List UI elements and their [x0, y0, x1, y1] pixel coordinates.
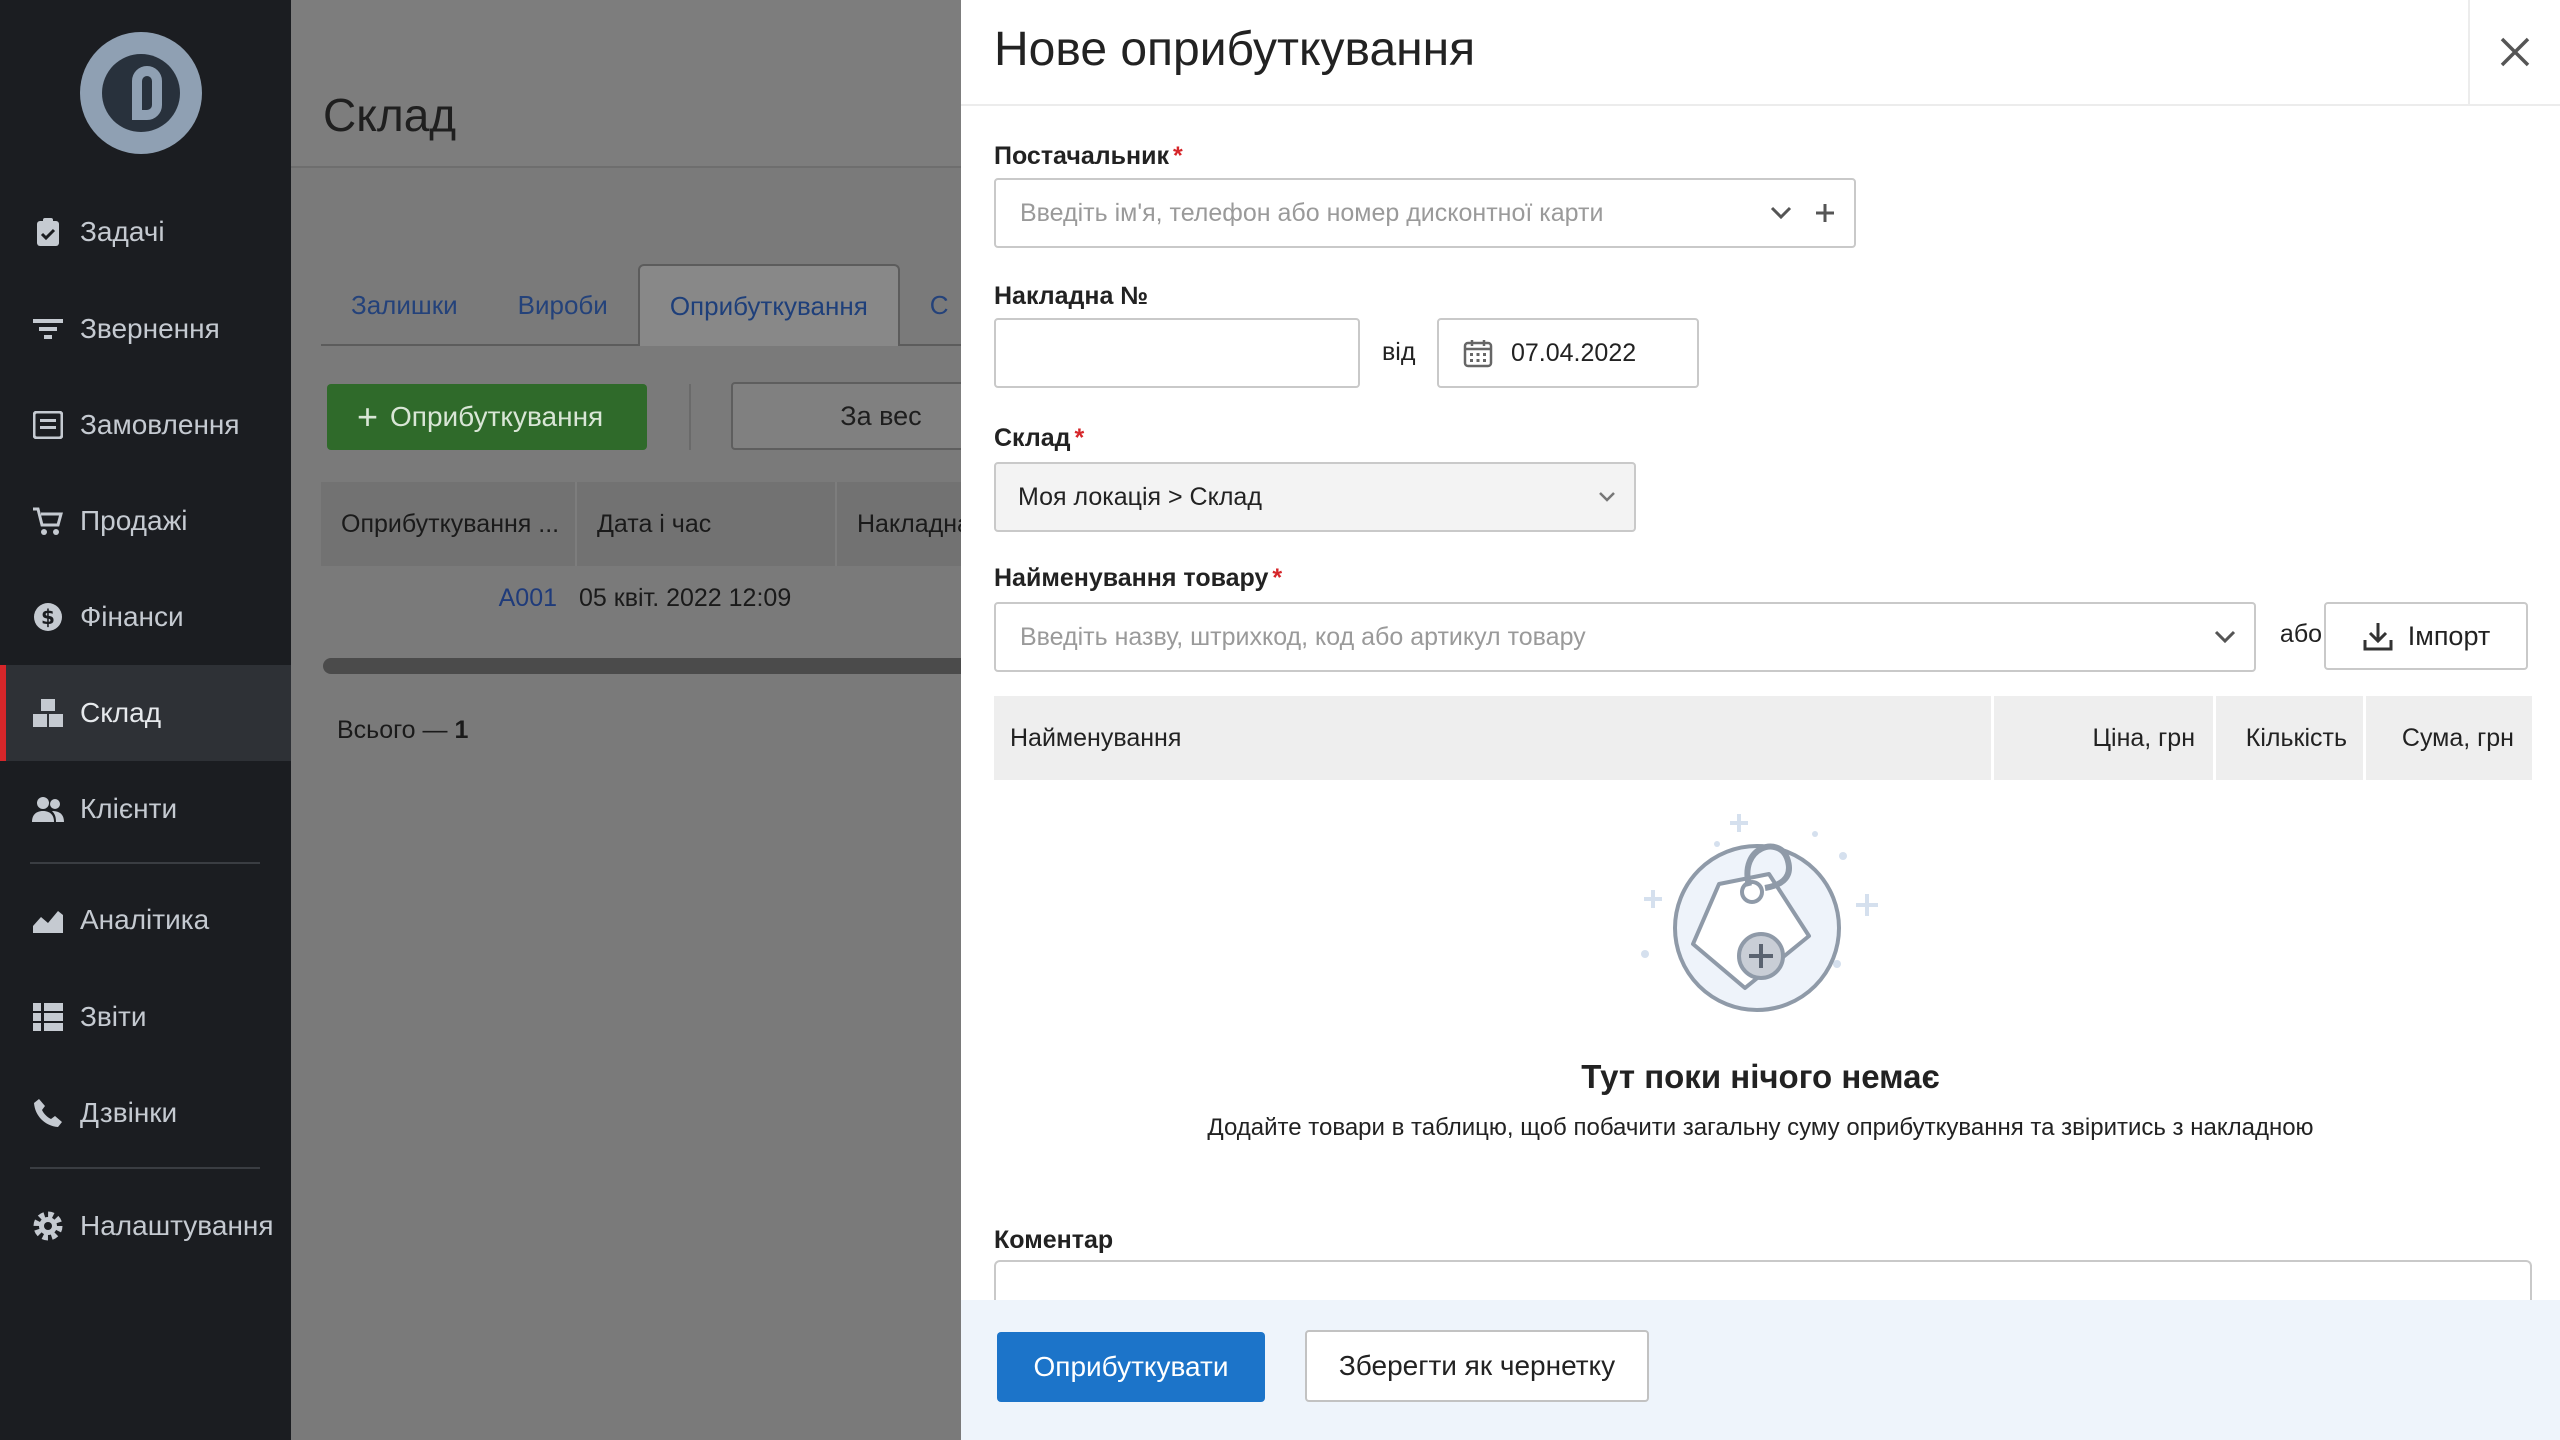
warehouse-tabs: Залишки Вироби Оприбуткування С [321, 264, 1021, 346]
clipboard-icon [32, 216, 64, 248]
list-icon [32, 1001, 64, 1033]
sidebar-item-orders[interactable]: Замовлення [0, 377, 291, 473]
required-marker: * [1173, 142, 1183, 170]
product-label: Найменування товару * [994, 564, 1283, 592]
receipts-table-header: Оприбуткування ... Дата і час Накладна [321, 482, 1021, 566]
invoice-label: Накладна № [994, 282, 1149, 310]
calendar-icon [1463, 340, 1493, 368]
required-marker: * [1074, 424, 1085, 452]
drawer-title: Нове оприбуткування [994, 23, 1476, 76]
sidebar-item-label: Звернення [80, 313, 220, 344]
chevron-down-icon [1599, 492, 1615, 502]
invoice-number-input[interactable] [994, 318, 1360, 388]
sidebar-item-label: Налаштування [80, 1210, 274, 1241]
sidebar-item-requests[interactable]: Звернення [0, 281, 291, 377]
nav-divider [30, 1167, 260, 1169]
sidebar-item-label: Клієнти [80, 793, 178, 824]
horizontal-scrollbar[interactable] [323, 658, 1023, 674]
close-icon [2500, 37, 2530, 67]
column-header[interactable]: Дата і час [577, 482, 837, 566]
cart-icon [32, 505, 64, 537]
items-table-header: Найменування Ціна, грн Кількість Сума, г… [994, 696, 2532, 780]
chevron-down-icon [2214, 630, 2236, 644]
import-button[interactable]: Імпорт [2324, 602, 2528, 670]
column-header: Ціна, грн [1994, 696, 2216, 780]
supplier-select[interactable]: Введіть ім'я, телефон або номер дисконтн… [994, 178, 1856, 248]
phone-icon [32, 1097, 64, 1129]
close-button[interactable] [2468, 0, 2560, 104]
product-search-select[interactable]: Введіть назву, штрихкод, код або артикул… [994, 602, 2256, 672]
sidebar-item-calls[interactable]: Дзвінки [0, 1065, 291, 1161]
column-header[interactable]: Оприбуткування ... [321, 482, 577, 566]
invoice-date-input[interactable]: 07.04.2022 [1437, 318, 1699, 388]
submit-receipt-button[interactable]: Оприбуткувати [997, 1332, 1265, 1402]
boxes-icon [32, 697, 64, 729]
add-supplier-icon[interactable] [1814, 202, 1836, 224]
column-header: Найменування [994, 696, 1994, 780]
receipt-code-link[interactable]: A001 [321, 584, 579, 613]
tab-products[interactable]: Вироби [488, 264, 638, 346]
sidebar-item-sales[interactable]: Продажі [0, 473, 291, 569]
sidebar-item-tasks[interactable]: Задачі [0, 184, 291, 280]
comment-label: Коментар [994, 1226, 1114, 1254]
column-header: Сума, грн [2401, 723, 2514, 752]
page-title: Склад [323, 89, 457, 141]
receipt-date: 05 квіт. 2022 12:09 [579, 583, 792, 612]
download-icon [2363, 623, 2393, 651]
tab-stock[interactable]: Залишки [321, 264, 488, 346]
table-row[interactable]: A001 05 квіт. 2022 12:09 [321, 570, 1021, 626]
invoice-date-value: 07.04.2022 [1511, 338, 1637, 367]
sidebar-item-label: Аналітика [80, 904, 210, 935]
dollar-icon: $ [32, 601, 64, 633]
save-draft-button[interactable]: Зберегти як чернетку [1305, 1330, 1649, 1402]
sidebar-item-label: Фінанси [80, 601, 184, 632]
sidebar-item-label: Замовлення [80, 409, 240, 440]
gear-icon [32, 1210, 64, 1242]
empty-state-title: Тут поки нічого немає [1581, 1058, 1940, 1095]
total-count: Всього — 1 [337, 716, 469, 744]
drawer-footer: Оприбуткувати Зберегти як чернетку [961, 1300, 2560, 1440]
sidebar-item-label: Задачі [80, 216, 165, 247]
new-receipt-drawer: Нове оприбуткування Постачальник * Введіт… [961, 0, 2560, 1440]
svg-text:$: $ [41, 605, 55, 629]
app-logo[interactable] [80, 32, 202, 154]
chart-icon [32, 904, 64, 936]
warehouse-select[interactable]: Моя локація > Склад [994, 462, 1636, 532]
from-label: від [1382, 338, 1416, 366]
plus-icon: + [357, 396, 379, 437]
supplier-label: Постачальник * [994, 142, 1183, 170]
product-placeholder: Введіть назву, штрихкод, код або артикул… [1020, 622, 1586, 651]
column-header: Кількість [2216, 696, 2366, 780]
sidebar-item-clients[interactable]: Клієнти [0, 761, 291, 857]
sidebar-item-finance[interactable]: $ Фінанси [0, 569, 291, 665]
empty-price-tag-icon [1641, 814, 1878, 1012]
sidebar-item-label: Склад [80, 697, 162, 728]
chevron-down-icon[interactable] [1770, 206, 1792, 220]
tab-receipts[interactable]: Оприбуткування [637, 264, 900, 346]
sidebar-item-reports[interactable]: Звіти [0, 969, 291, 1065]
sidebar-item-label: Дзвінки [80, 1097, 178, 1128]
drawer-header: Нове оприбуткування [961, 0, 2560, 106]
sidebar-item-analytics[interactable]: Аналітика [0, 872, 291, 968]
users-icon [32, 793, 64, 825]
required-marker: * [1272, 564, 1283, 592]
order-icon [32, 409, 64, 441]
toolbar-divider [689, 384, 691, 450]
empty-state-subtitle: Додайте товари в таблицю, щоб побачити з… [1207, 1114, 2314, 1141]
sidebar-item-warehouse[interactable]: Склад [0, 665, 291, 761]
sidebar: Задачі Звернення Замовлення Продажі $ Фі… [0, 0, 291, 1440]
sidebar-item-label: Звіти [80, 1001, 147, 1032]
nav-divider [30, 862, 260, 864]
add-receipt-button[interactable]: + Оприбуткування [327, 384, 647, 450]
sidebar-item-settings[interactable]: Налаштування [0, 1178, 291, 1274]
warehouse-label: Склад * [994, 424, 1085, 452]
sidebar-item-label: Продажі [80, 505, 188, 536]
supplier-placeholder: Введіть ім'я, телефон або номер дисконтн… [1020, 198, 1604, 227]
filter-icon [32, 313, 64, 345]
warehouse-value: Моя локація > Склад [1018, 482, 1262, 511]
